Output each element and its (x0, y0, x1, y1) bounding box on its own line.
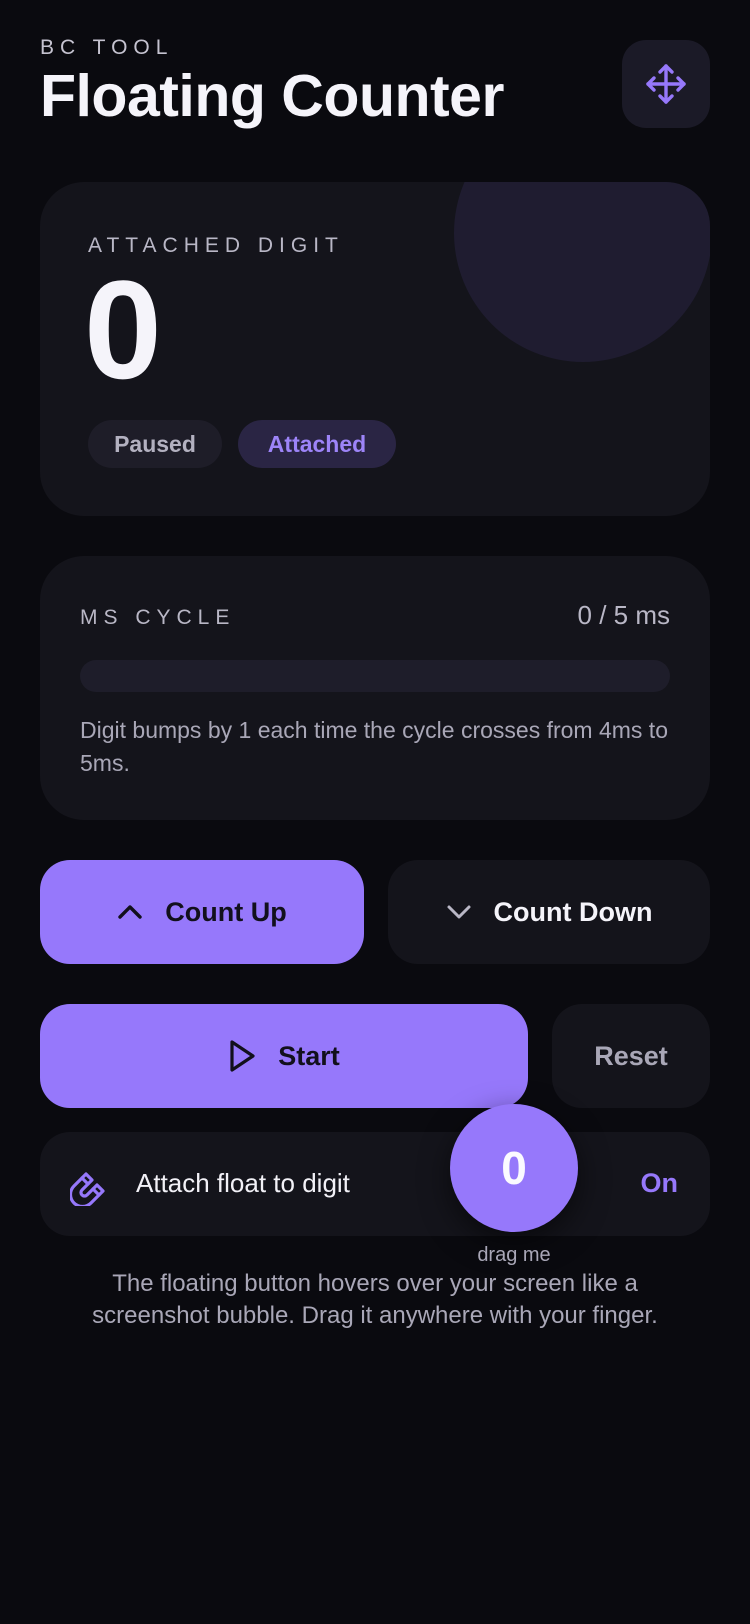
attach-label: Attach float to digit (136, 1168, 350, 1198)
chevron-down-icon (447, 905, 471, 919)
ms-cycle-card: MS CYCLE 0 / 5 ms Digit bumps by 1 each … (40, 556, 710, 820)
cycle-value: 0 / 5 ms (577, 600, 670, 630)
drag-hint: drag me (477, 1244, 551, 1266)
status-badge: Paused (88, 420, 222, 468)
cycle-progress-bar (80, 660, 670, 692)
move-button[interactable] (622, 40, 710, 128)
bubble-value: 0 (501, 1142, 527, 1194)
attached-digit-card: ATTACHED DIGIT 0 Paused Attached (40, 182, 710, 516)
chevron-up-icon (118, 905, 142, 919)
decorative-circle (454, 182, 710, 362)
footnote-text: The floating button hovers over your scr… (92, 1270, 658, 1329)
attach-toggle-row[interactable]: Attach float to digit On (40, 1132, 710, 1236)
start-label: Start (278, 1040, 340, 1071)
play-icon (230, 1040, 255, 1072)
attach-toggle-state[interactable]: On (641, 1168, 679, 1199)
reset-label: Reset (594, 1040, 668, 1071)
start-button[interactable]: Start (40, 1004, 528, 1108)
count-down-button[interactable]: Count Down (388, 860, 710, 964)
magnet-icon (70, 1172, 105, 1206)
app-eyebrow: BC TOOL (40, 36, 174, 59)
floating-counter-screen: BC TOOL Floating Counter ATTACHED DIGIT … (0, 0, 750, 1624)
floating-counter-bubble[interactable]: 0 (450, 1104, 578, 1232)
move-arrows-icon (646, 64, 686, 104)
digit-value: 0 (84, 251, 162, 408)
cycle-label: MS CYCLE (80, 606, 236, 629)
count-down-label: Count Down (493, 896, 653, 927)
count-up-button[interactable]: Count Up (40, 860, 364, 964)
count-up-label: Count Up (165, 896, 287, 927)
reset-button[interactable]: Reset (552, 1004, 710, 1108)
page-title: Floating Counter (40, 63, 504, 129)
attached-badge: Attached (238, 420, 396, 468)
cycle-note: Digit bumps by 1 each time the cycle cro… (80, 717, 668, 776)
